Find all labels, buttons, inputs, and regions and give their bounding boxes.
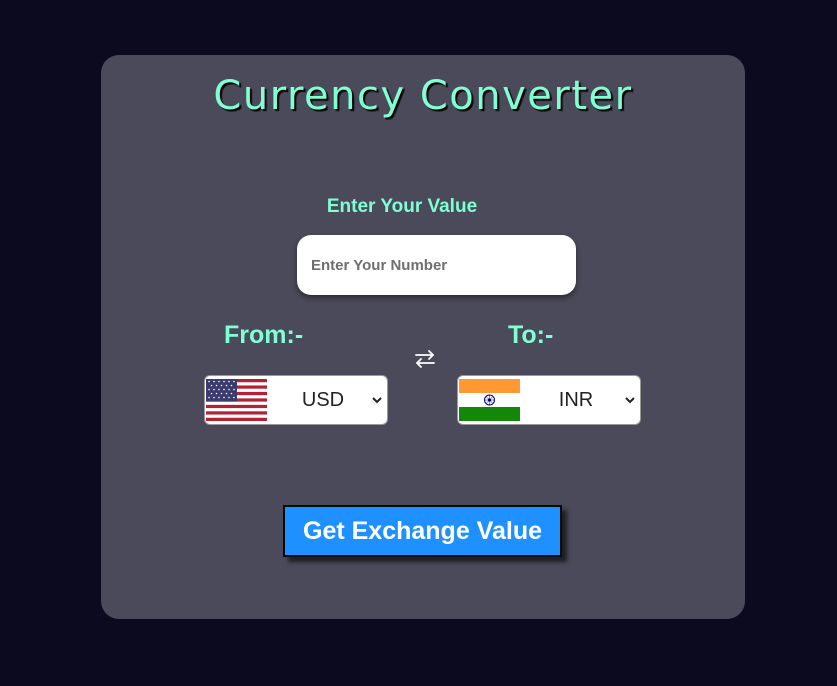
amount-input[interactable] [297,235,576,295]
to-currency-select[interactable]: INR [526,382,638,418]
to-currency-box: INR [457,375,641,425]
india-flag-icon [459,379,520,421]
amount-label: Enter Your Value [326,196,478,217]
converter-card: Currency Converter Enter Your Value From… [101,55,745,619]
to-label: To:- [508,321,554,349]
page-title: Currency Converter [213,73,633,119]
from-currency-box: USD [204,375,388,425]
get-exchange-value-button[interactable]: Get Exchange Value [283,505,562,557]
us-flag-icon [206,379,267,421]
from-label: From:- [224,321,304,349]
from-currency-select[interactable]: USD [273,382,385,418]
swap-arrows-icon[interactable] [413,347,437,371]
